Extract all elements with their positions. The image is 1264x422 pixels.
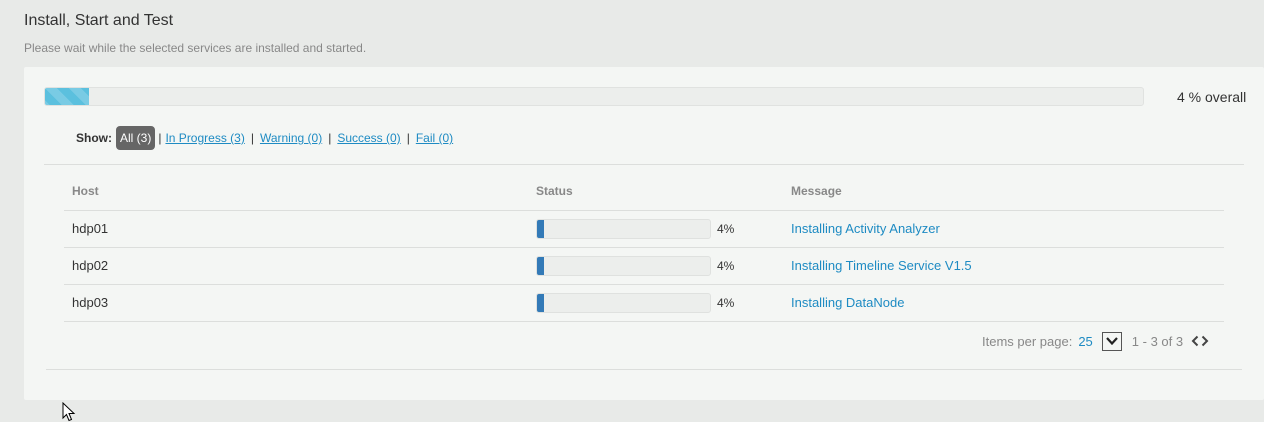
filter-separator: |	[406, 131, 410, 145]
table-row: hdp01 4% Installing Activity Analyzer	[64, 210, 1224, 248]
host-progress-bar	[536, 218, 711, 239]
host-status: 4%	[528, 284, 783, 322]
table-header-row: Host Status Message	[64, 173, 1224, 211]
prev-page-button[interactable]	[1190, 335, 1200, 347]
chevron-left-icon	[1191, 335, 1199, 347]
table-row: hdp02 4% Installing Timeline Service V1.…	[64, 247, 1224, 285]
filter-bar: Show: All (3) | In Progress (3) | Warnin…	[76, 126, 453, 150]
items-per-page-value[interactable]: 25	[1078, 334, 1092, 349]
divider	[44, 164, 1244, 165]
column-header-message: Message	[783, 173, 1224, 211]
host-progress-label: 4%	[717, 258, 735, 273]
filter-show-label: Show:	[76, 131, 112, 145]
chevron-down-icon	[1105, 337, 1118, 345]
host-message: Installing Timeline Service V1.5	[783, 247, 1224, 285]
pagination: Items per page: 25 1 - 3 of 3	[982, 331, 1210, 351]
host-name: hdp03	[64, 284, 528, 322]
filter-separator: |	[250, 131, 254, 145]
filter-all[interactable]: All (3)	[116, 126, 156, 150]
chevron-right-icon	[1201, 335, 1209, 347]
host-progress-fill	[537, 293, 544, 312]
host-name: hdp02	[64, 247, 528, 285]
host-status: 4%	[528, 210, 783, 248]
page-subtitle: Please wait while the selected services …	[24, 41, 367, 55]
filter-separator: |	[158, 131, 162, 145]
host-progress-label: 4%	[717, 221, 735, 236]
items-per-page-dropdown[interactable]	[1101, 331, 1122, 351]
mouse-cursor-icon	[62, 402, 76, 422]
pagination-range: 1 - 3 of 3	[1131, 333, 1184, 349]
overall-progress-fill	[45, 88, 89, 105]
column-header-status: Status	[528, 173, 783, 211]
filter-separator: |	[328, 131, 332, 145]
host-status: 4%	[528, 247, 783, 285]
host-message: Installing DataNode	[783, 284, 1224, 322]
filter-fail[interactable]: Fail (0)	[416, 131, 453, 145]
host-progress-label: 4%	[717, 295, 735, 310]
host-progress-bar	[536, 292, 711, 313]
host-progress-fill	[537, 256, 544, 275]
filter-in-progress[interactable]: In Progress (3)	[165, 131, 244, 145]
install-panel: 4 % overall Show: All (3) | In Progress …	[24, 67, 1264, 400]
table-row: hdp03 4% Installing DataNode	[64, 284, 1224, 322]
overall-progress-label: 4 % overall	[1177, 89, 1247, 105]
next-page-button[interactable]	[1200, 335, 1210, 347]
column-header-host: Host	[64, 173, 528, 211]
host-message-link[interactable]: Installing Timeline Service V1.5	[791, 258, 972, 273]
host-progress-fill	[537, 219, 544, 238]
host-message-link[interactable]: Installing DataNode	[791, 295, 904, 310]
divider	[46, 369, 1242, 370]
host-progress-bar	[536, 255, 711, 276]
filter-success[interactable]: Success (0)	[337, 131, 400, 145]
page-title: Install, Start and Test	[24, 12, 174, 29]
host-message: Installing Activity Analyzer	[783, 210, 1224, 248]
host-message-link[interactable]: Installing Activity Analyzer	[791, 221, 940, 236]
overall-progress-bar	[44, 87, 1144, 106]
filter-warning[interactable]: Warning (0)	[260, 131, 322, 145]
host-name: hdp01	[64, 210, 528, 248]
items-per-page-label: Items per page:	[982, 333, 1073, 349]
host-table: Host Status Message hdp01 4% Installing …	[64, 173, 1224, 322]
